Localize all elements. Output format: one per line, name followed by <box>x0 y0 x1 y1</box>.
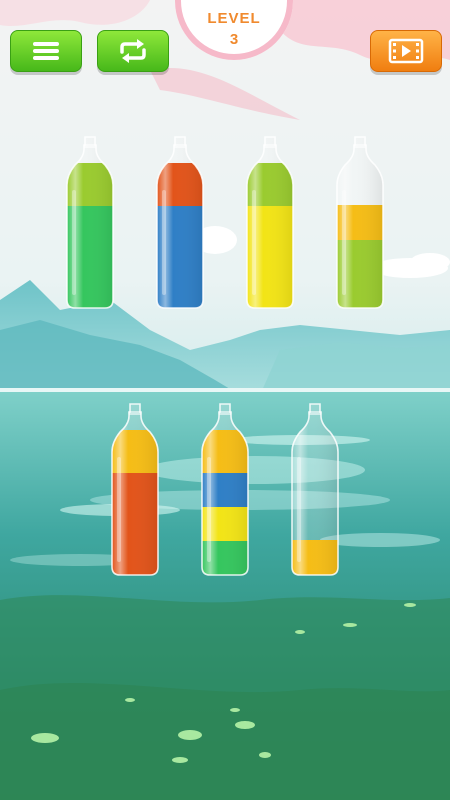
restart-arrows-icon <box>120 39 146 63</box>
bottle[interactable] <box>110 402 160 577</box>
watch-video-button[interactable] <box>370 30 442 72</box>
bottle[interactable] <box>200 402 250 577</box>
level-number: 3 <box>229 31 239 48</box>
bottle[interactable] <box>155 135 205 310</box>
game-background <box>0 0 450 800</box>
hamburger-menu-icon <box>33 42 59 60</box>
video-play-icon <box>388 38 424 64</box>
bottle[interactable] <box>245 135 295 310</box>
bottle[interactable] <box>335 135 385 310</box>
restart-button[interactable] <box>97 30 169 72</box>
level-label: LEVEL <box>207 10 261 27</box>
bottle[interactable] <box>290 402 340 577</box>
menu-button[interactable] <box>10 30 82 72</box>
bottle[interactable] <box>65 135 115 310</box>
